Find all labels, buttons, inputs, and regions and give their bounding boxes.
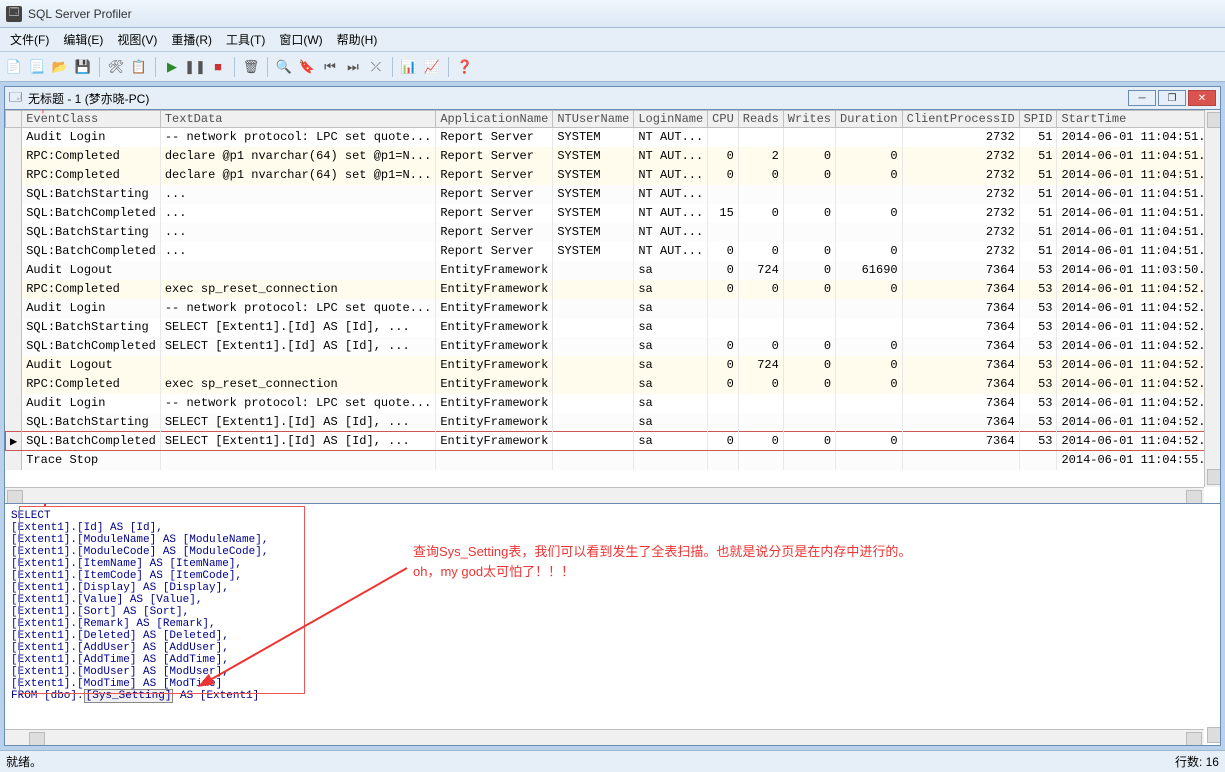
menu-help[interactable]: 帮助(H) — [331, 29, 384, 50]
tool-filter[interactable]: 📋 — [129, 57, 149, 77]
table-row[interactable]: Audit Login-- network protocol: LPC set … — [6, 394, 1222, 413]
sql-detail-pane[interactable]: 查询Sys_Setting表，我们可以看到发生了全表扫描。也就是说分页是在内存中… — [4, 504, 1221, 746]
menu-file[interactable]: 文件(F) — [4, 29, 55, 50]
tool-bookmark[interactable]: 🔖 — [297, 57, 317, 77]
tool-save[interactable]: 💾 — [73, 57, 93, 77]
table-row[interactable]: SQL:BatchCompletedSELECT [Extent1].[Id] … — [6, 337, 1222, 356]
grid-vertical-scrollbar[interactable] — [1204, 110, 1220, 487]
app-title: SQL Server Profiler — [28, 7, 132, 21]
table-row[interactable]: SQL:BatchCompleted...Report ServerSYSTEM… — [6, 242, 1222, 261]
tool-prev-bookmark[interactable]: ⏮ — [320, 57, 340, 77]
doc-titlebar: 🗔 无标题 - 1 (梦亦晓-PC) ─ ❐ ✕ — [4, 86, 1221, 110]
col-eventclass[interactable]: EventClass — [22, 111, 161, 128]
tool-find[interactable]: 🔍 — [274, 57, 294, 77]
separator — [155, 57, 156, 77]
col-duration[interactable]: Duration — [836, 111, 903, 128]
table-row[interactable]: RPC:Completeddeclare @p1 nvarchar(64) se… — [6, 166, 1222, 185]
menu-tools[interactable]: 工具(T) — [220, 29, 271, 50]
grid-horizontal-scrollbar[interactable] — [5, 487, 1204, 503]
toolbar: 📄 📃 📂 💾 🛠 📋 ▶ ❚❚ ■ 🗑 🔍 🔖 ⏮ ⏭ ⤫ 📊 📈 ❓ — [0, 52, 1225, 82]
tool-aggregate[interactable]: 📈 — [422, 57, 442, 77]
col-writes[interactable]: Writes — [783, 111, 835, 128]
app-titlebar: 🗔 SQL Server Profiler — [0, 0, 1225, 28]
status-rowcount: 行数: 16 — [1175, 753, 1219, 770]
tool-new[interactable]: 📄 — [4, 57, 24, 77]
col-appname[interactable]: ApplicationName — [436, 111, 553, 128]
tool-help[interactable]: ❓ — [455, 57, 475, 77]
table-row[interactable]: RPC:Completedexec sp_reset_connectionEnt… — [6, 375, 1222, 394]
col-ntuser[interactable]: NTUserName — [553, 111, 634, 128]
col-spid[interactable]: SPID — [1019, 111, 1057, 128]
table-row[interactable]: SQL:BatchCompleted...Report ServerSYSTEM… — [6, 204, 1222, 223]
app-icon: 🗔 — [6, 6, 22, 22]
table-row[interactable]: RPC:Completeddeclare @p1 nvarchar(64) se… — [6, 147, 1222, 166]
tool-tuning[interactable]: 📊 — [399, 57, 419, 77]
col-reads[interactable]: Reads — [738, 111, 783, 128]
doc-title: 无标题 - 1 (梦亦晓-PC) — [28, 90, 149, 107]
doc-minimize-button[interactable]: ─ — [1128, 90, 1156, 106]
menubar: 文件(F) 编辑(E) 视图(V) 重播(R) 工具(T) 窗口(W) 帮助(H… — [0, 28, 1225, 52]
separator — [267, 57, 268, 77]
annotation-text: 查询Sys_Setting表，我们可以看到发生了全表扫描。也就是说分页是在内存中… — [413, 542, 911, 581]
doc-restore-button[interactable]: ❐ — [1158, 90, 1186, 106]
tool-pause[interactable]: ❚❚ — [185, 57, 205, 77]
status-ready: 就绪。 — [6, 753, 42, 770]
separator — [99, 57, 100, 77]
table-row[interactable]: Trace Stop2014-06-01 11:04:55... — [6, 451, 1222, 470]
tool-open[interactable]: 📂 — [50, 57, 70, 77]
table-row[interactable]: Audit Login-- network protocol: LPC set … — [6, 128, 1222, 147]
separator — [392, 57, 393, 77]
col-starttime[interactable]: StartTime — [1057, 111, 1221, 128]
trace-grid[interactable]: ↑ EventClass TextData ApplicationName NT… — [4, 110, 1221, 504]
table-row[interactable]: ▶SQL:BatchCompletedSELECT [Extent1].[Id]… — [6, 432, 1222, 451]
table-row[interactable]: SQL:BatchStarting...Report ServerSYSTEMN… — [6, 223, 1222, 242]
tool-clear-bookmark[interactable]: ⤫ — [366, 57, 386, 77]
sql-text: SELECT [Extent1].[Id] AS [Id], [Extent1]… — [11, 510, 1214, 690]
tool-properties[interactable]: 🛠 — [106, 57, 126, 77]
tool-new-template[interactable]: 📃 — [27, 57, 47, 77]
grid-header[interactable]: EventClass TextData ApplicationName NTUs… — [6, 111, 1222, 128]
tool-run[interactable]: ▶ — [162, 57, 182, 77]
col-textdata[interactable]: TextData — [160, 111, 435, 128]
table-row[interactable]: Audit LogoutEntityFrameworksa07240073645… — [6, 356, 1222, 375]
menu-edit[interactable]: 编辑(E) — [57, 29, 109, 50]
menu-window[interactable]: 窗口(W) — [273, 29, 328, 50]
sql-horizontal-scrollbar[interactable] — [5, 729, 1204, 745]
table-row[interactable]: Audit Login-- network protocol: LPC set … — [6, 299, 1222, 318]
doc-close-button[interactable]: ✕ — [1188, 90, 1216, 106]
table-row[interactable]: SQL:BatchStarting...Report ServerSYSTEMN… — [6, 185, 1222, 204]
col-login[interactable]: LoginName — [634, 111, 708, 128]
statusbar: 就绪。 行数: 16 — [0, 750, 1225, 772]
mdi-area: 🗔 无标题 - 1 (梦亦晓-PC) ─ ❐ ✕ ↑ EventClass — [0, 82, 1225, 750]
col-clientpid[interactable]: ClientProcessID — [902, 111, 1019, 128]
doc-icon: 🗔 — [9, 88, 22, 109]
tool-next-bookmark[interactable]: ⏭ — [343, 57, 363, 77]
tool-stop[interactable]: ■ — [208, 57, 228, 77]
table-row[interactable]: RPC:Completedexec sp_reset_connectionEnt… — [6, 280, 1222, 299]
table-row[interactable]: SQL:BatchStartingSELECT [Extent1].[Id] A… — [6, 413, 1222, 432]
menu-replay[interactable]: 重播(R) — [165, 29, 218, 50]
sql-from: FROM [dbo].[Sys_Setting] AS [Extent1] — [11, 690, 1214, 702]
separator — [234, 57, 235, 77]
tool-clear[interactable]: 🗑 — [241, 57, 261, 77]
table-row[interactable]: Audit LogoutEntityFrameworksa07240616907… — [6, 261, 1222, 280]
menu-view[interactable]: 视图(V) — [111, 29, 163, 50]
separator — [448, 57, 449, 77]
table-row[interactable]: SQL:BatchStartingSELECT [Extent1].[Id] A… — [6, 318, 1222, 337]
col-cpu[interactable]: CPU — [708, 111, 739, 128]
